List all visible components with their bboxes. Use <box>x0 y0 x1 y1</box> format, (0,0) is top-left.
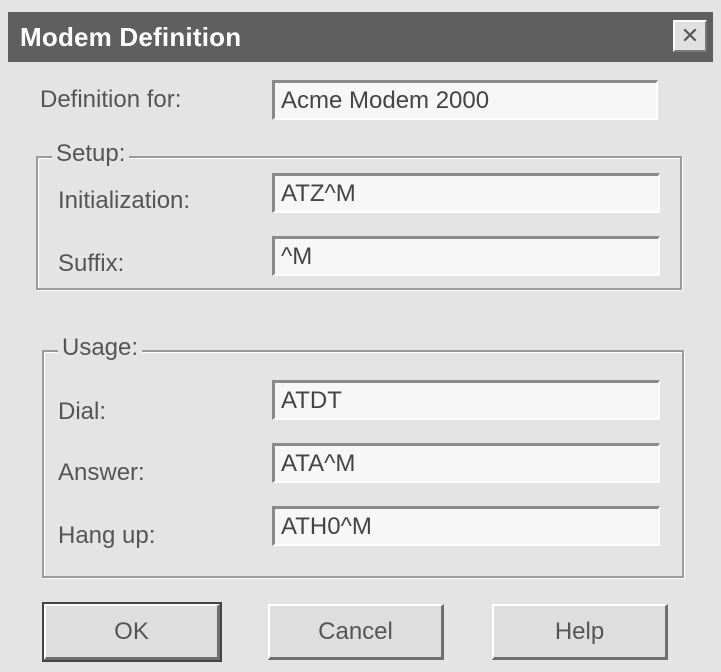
ok-button[interactable]: OK <box>42 602 222 662</box>
initialization-label: Initialization: <box>58 187 191 214</box>
help-button[interactable]: Help <box>492 604 668 660</box>
close-button[interactable]: ✕ <box>673 20 707 52</box>
suffix-input[interactable] <box>272 236 660 276</box>
hangup-label: Hang up: <box>58 522 156 549</box>
dial-input[interactable] <box>272 380 660 420</box>
definition-label: Definition for: <box>40 86 182 113</box>
modem-definition-dialog: Modem Definition ✕ Definition for: Setup… <box>0 0 721 672</box>
title-bar: Modem Definition ✕ <box>8 12 713 62</box>
close-icon: ✕ <box>680 23 700 48</box>
dialog-title: Modem Definition <box>20 22 242 52</box>
definition-input[interactable] <box>272 80 658 120</box>
dial-label: Dial: <box>58 398 107 425</box>
setup-legend: Setup: <box>52 140 130 168</box>
cancel-button[interactable]: Cancel <box>268 604 444 660</box>
answer-input[interactable] <box>272 443 660 483</box>
initialization-input[interactable] <box>272 173 660 213</box>
usage-legend: Usage: <box>58 334 143 362</box>
answer-label: Answer: <box>58 459 145 486</box>
hangup-input[interactable] <box>272 506 660 546</box>
suffix-label: Suffix: <box>58 250 125 277</box>
